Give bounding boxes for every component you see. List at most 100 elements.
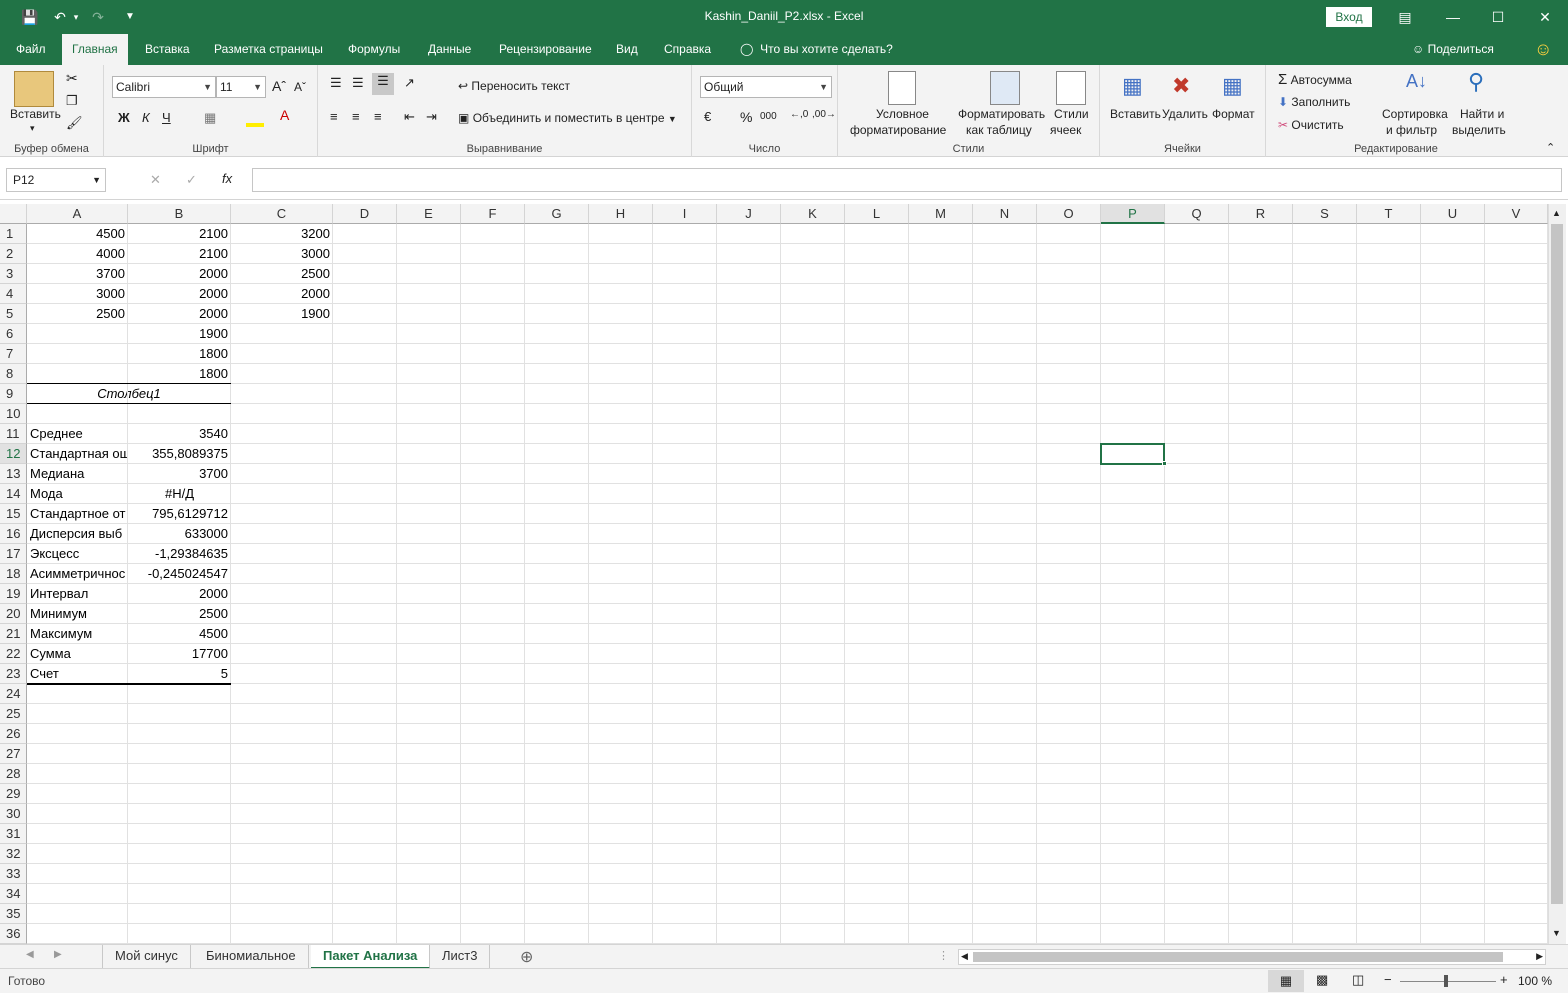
cell-a22[interactable]: Сумма [27,644,128,664]
align-bottom-icon[interactable]: ☰ [372,73,394,95]
copy-icon[interactable]: ❐ [66,93,78,109]
maximize-icon[interactable]: ☐ [1483,6,1513,28]
formula-input[interactable] [252,168,1562,192]
scroll-down-icon[interactable]: ▼ [1552,928,1561,938]
insert-cells-icon[interactable]: ▦ [1122,73,1143,99]
row-header-32[interactable]: 32 [0,844,27,864]
tab-formulas[interactable]: Формулы [338,34,410,65]
vertical-scrollbar[interactable]: ▲ ▼ [1548,204,1566,944]
scroll-right-icon[interactable]: ▶ [1536,951,1543,962]
cell-b7[interactable]: 1800 [128,344,231,364]
row-header-13[interactable]: 13 [0,464,27,484]
italic-button[interactable]: К [142,110,150,125]
row-header-25[interactable]: 25 [0,704,27,724]
zoom-slider[interactable] [1400,981,1496,982]
row-header-1[interactable]: 1 [0,224,27,244]
row-header-17[interactable]: 17 [0,544,27,564]
sign-in-button[interactable]: Вход [1326,7,1372,27]
sort-filter-label2[interactable]: и фильтр [1386,123,1437,137]
page-break-view-icon[interactable]: ◫ [1352,972,1364,988]
increase-decimal-icon[interactable]: ←,0 [790,109,808,120]
row-header-10[interactable]: 10 [0,404,27,424]
font-name-select[interactable]: Calibri ▼ [112,76,216,98]
cell-b3[interactable]: 2000 [128,264,231,284]
column-header-g[interactable]: G [525,204,589,224]
conditional-formatting-icon[interactable] [888,71,916,105]
paste-icon[interactable] [14,71,54,107]
increase-indent-icon[interactable]: ⇥ [426,109,437,125]
tab-review[interactable]: Рецензирование [489,34,602,65]
tab-home[interactable]: Главная [62,34,128,65]
zoom-out-icon[interactable]: − [1384,972,1392,987]
row-header-8[interactable]: 8 [0,364,27,384]
column-header-i[interactable]: I [653,204,717,224]
decrease-font-icon[interactable]: Aˇ [294,80,306,94]
row-header-22[interactable]: 22 [0,644,27,664]
column-header-s[interactable]: S [1293,204,1357,224]
column-header-u[interactable]: U [1421,204,1485,224]
sort-filter-label1[interactable]: Сортировка [1382,107,1448,121]
cell-a3[interactable]: 3700 [27,264,128,284]
format-as-table-label2[interactable]: как таблицу [966,123,1032,137]
borders-icon[interactable]: ▦ [204,110,216,126]
bold-button[interactable]: Ж [118,110,130,125]
column-header-j[interactable]: J [717,204,781,224]
scroll-tabs-right-icon[interactable]: ▶ [54,949,62,960]
column-header-v[interactable]: V [1485,204,1548,224]
column-header-l[interactable]: L [845,204,909,224]
find-select-icon[interactable]: ⚲ [1468,69,1484,95]
decrease-decimal-icon[interactable]: ,00→ [812,109,836,120]
cell-b11[interactable]: 3540 [128,424,231,444]
font-size-select[interactable]: 11 ▼ [216,76,266,98]
column-header-t[interactable]: T [1357,204,1421,224]
column-header-h[interactable]: H [589,204,653,224]
sheet-tab-sine[interactable]: Мой синус [102,945,191,969]
cell-b14[interactable]: #Н/Д [128,484,231,504]
row-header-27[interactable]: 27 [0,744,27,764]
row-header-20[interactable]: 20 [0,604,27,624]
row-header-11[interactable]: 11 [0,424,27,444]
row-header-14[interactable]: 14 [0,484,27,504]
align-center-icon[interactable]: ≡ [352,109,360,124]
cell-a19[interactable]: Интервал [27,584,128,604]
cell-a21[interactable]: Максимум [27,624,128,644]
cell-b15[interactable]: 795,6129712 [128,504,231,524]
row-header-30[interactable]: 30 [0,804,27,824]
percent-button[interactable]: % [740,109,752,125]
row-header-16[interactable]: 16 [0,524,27,544]
row-header-7[interactable]: 7 [0,344,27,364]
row-header-2[interactable]: 2 [0,244,27,264]
tab-data[interactable]: Данные [418,34,481,65]
select-all-corner[interactable] [0,204,27,224]
cell-a15[interactable]: Стандартное от [27,504,128,524]
smiley-feedback-icon[interactable]: ☺ [1524,34,1562,65]
zoom-in-icon[interactable]: + [1500,972,1508,987]
cell-b8[interactable]: 1800 [128,364,231,384]
cell-b1[interactable]: 2100 [128,224,231,244]
cell-b18[interactable]: -0,245024547 [128,564,231,584]
delete-cells-icon[interactable]: ✖ [1172,73,1190,99]
cell-styles-label2[interactable]: ячеек [1050,123,1081,137]
find-select-label1[interactable]: Найти и [1460,107,1504,121]
cell-a12[interactable]: Стандартная ош [27,444,128,464]
fill-color-icon[interactable] [246,123,264,127]
number-format-select[interactable]: Общий ▼ [700,76,832,98]
cell-b17[interactable]: -1,29384635 [128,544,231,564]
cell-a13[interactable]: Медиана [27,464,128,484]
cell-b6[interactable]: 1900 [128,324,231,344]
cell-b19[interactable]: 2000 [128,584,231,604]
format-as-table-icon[interactable] [990,71,1020,105]
column-header-m[interactable]: M [909,204,973,224]
row-header-35[interactable]: 35 [0,904,27,924]
tell-me-search[interactable]: ◯ Что вы хотите сделать? [730,34,903,65]
row-header-21[interactable]: 21 [0,624,27,644]
page-layout-view-icon[interactable]: ▩ [1316,972,1328,988]
insert-cells-button[interactable]: Вставить [1110,107,1161,121]
column-header-c[interactable]: C [231,204,333,224]
cell-b2[interactable]: 2100 [128,244,231,264]
cell-c5[interactable]: 1900 [231,304,333,324]
cell-c3[interactable]: 2500 [231,264,333,284]
row-header-29[interactable]: 29 [0,784,27,804]
close-icon[interactable]: ✕ [1530,6,1560,28]
ribbon-display-options-icon[interactable]: ▤ [1390,6,1420,28]
